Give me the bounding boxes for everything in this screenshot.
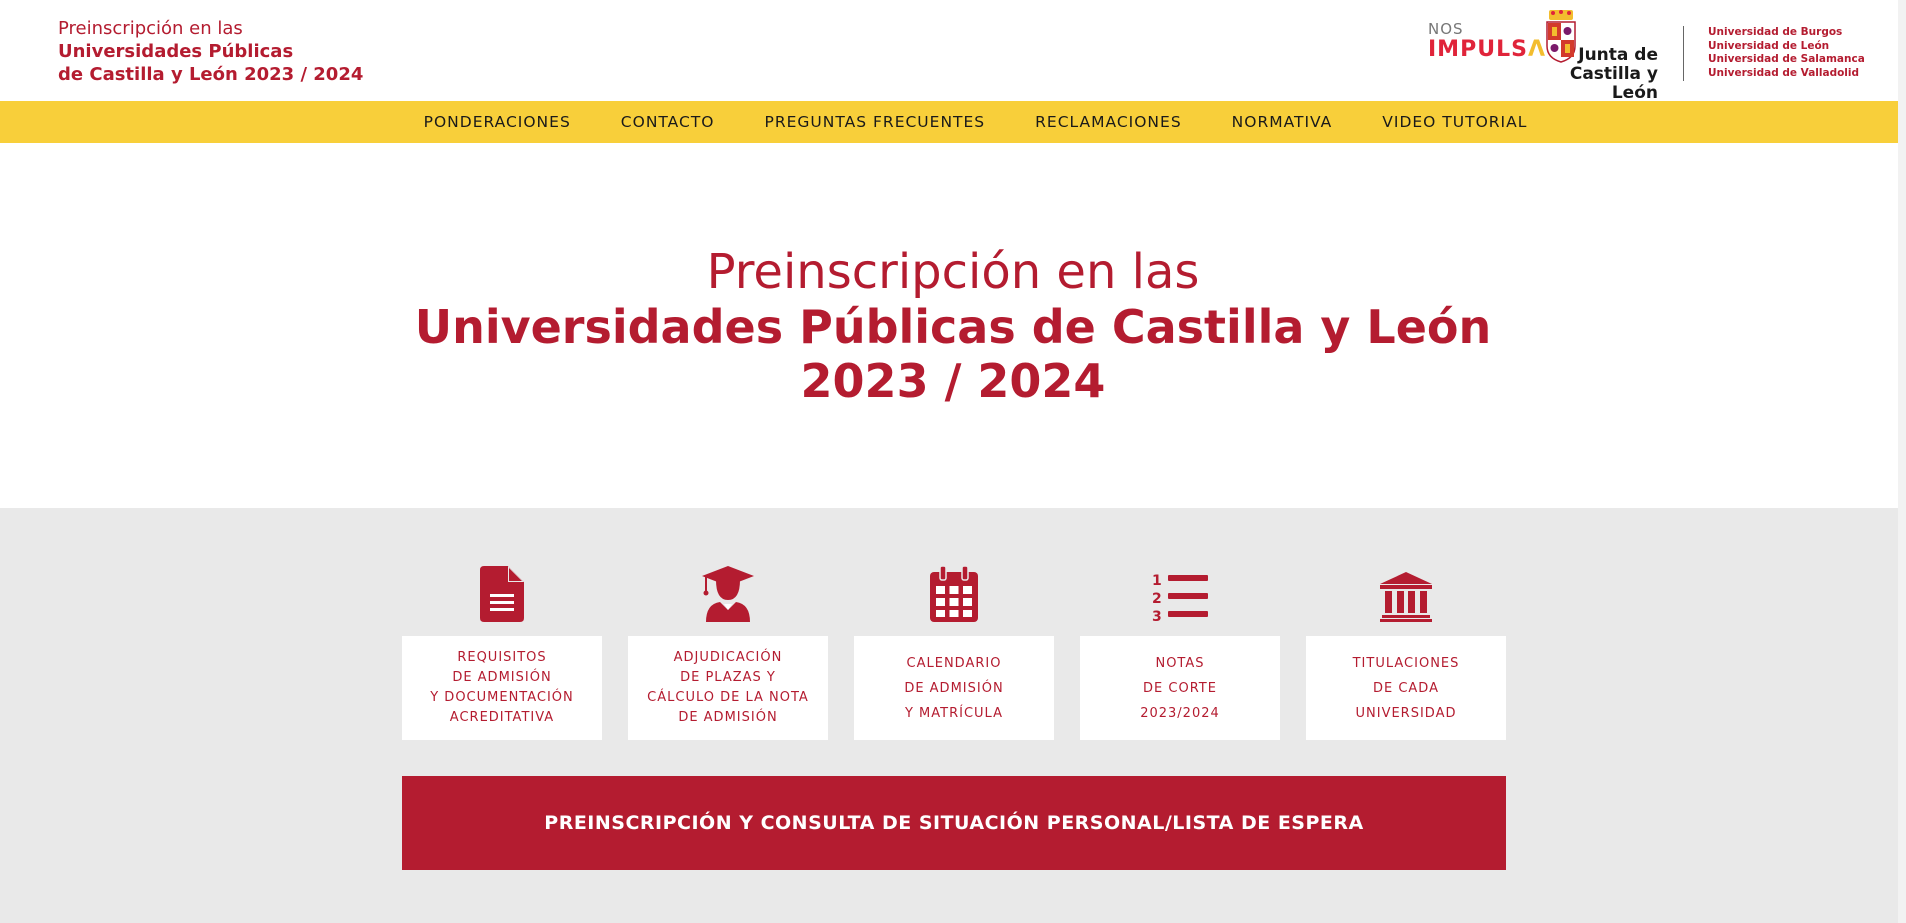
services-section: REQUISITOS DE ADMISIÓN Y DOCUMENTACIÓN A… — [0, 508, 1906, 923]
card-titulaciones-box: TITULACIONES DE CADA UNIVERSIDAD — [1306, 636, 1506, 740]
university-list: Universidad de Burgos Universidad de Leó… — [1708, 26, 1865, 81]
brand-line-3: de Castilla y León 2023 / 2024 — [58, 64, 364, 85]
service-cards: REQUISITOS DE ADMISIÓN Y DOCUMENTACIÓN A… — [402, 564, 1506, 740]
card-calendario[interactable]: CALENDARIO DE ADMISIÓN Y MATRÍCULA — [854, 564, 1054, 740]
svg-text:2: 2 — [1152, 591, 1162, 607]
university-salamanca[interactable]: Universidad de Salamanca — [1708, 53, 1865, 67]
junta-line-1: Junta de — [1578, 45, 1658, 65]
nos-impulsa-logo[interactable]: NOS IMPULSΛ — [1428, 22, 1546, 61]
nos-label: NOS — [1428, 20, 1464, 38]
nav-item-ponderaciones[interactable]: PONDERACIONES — [424, 101, 571, 143]
nav-item-preguntas-frecuentes[interactable]: PREGUNTAS FRECUENTES — [765, 101, 986, 143]
main-nav: PONDERACIONES CONTACTO PREGUNTAS FRECUEN… — [0, 101, 1906, 143]
university-valladolid[interactable]: Universidad de Valladolid — [1708, 67, 1865, 81]
nav-item-contacto[interactable]: CONTACTO — [621, 101, 715, 143]
university-leon[interactable]: Universidad de León — [1708, 40, 1865, 54]
svg-text:1: 1 — [1152, 573, 1162, 589]
brand-line-1: Preinscripción en las — [58, 18, 243, 39]
nav-item-reclamaciones[interactable]: RECLAMACIONES — [1035, 101, 1182, 143]
card-titulaciones[interactable]: TITULACIONES DE CADA UNIVERSIDAD — [1306, 564, 1506, 740]
hero-title-line-2: Universidades Públicas de Castilla y Leó… — [414, 300, 1492, 354]
card-requisitos-label: REQUISITOS DE ADMISIÓN Y DOCUMENTACIÓN A… — [430, 650, 574, 725]
numbered-list-icon: 1 2 3 — [1080, 564, 1280, 622]
site-brand[interactable]: Preinscripción en las Universidades Públ… — [58, 17, 363, 86]
document-icon — [402, 564, 602, 622]
institution-icon — [1306, 564, 1506, 622]
svg-text:3: 3 — [1152, 609, 1162, 622]
junta-line-2: Castilla y León — [1569, 64, 1658, 103]
card-notas-label: NOTAS DE CORTE 2023/2024 — [1140, 655, 1220, 721]
site-header: Preinscripción en las Universidades Públ… — [0, 0, 1906, 103]
card-requisitos[interactable]: REQUISITOS DE ADMISIÓN Y DOCUMENTACIÓN A… — [402, 564, 602, 740]
impuls-text: IMPULS — [1428, 37, 1528, 62]
preinscripcion-button[interactable]: PREINSCRIPCIÓN Y CONSULTA DE SITUACIÓN P… — [402, 776, 1506, 870]
nav-item-normativa[interactable]: NORMATIVA — [1232, 101, 1333, 143]
card-notas[interactable]: 1 2 3 NOTAS DE CORTE 2023/2024 — [1080, 564, 1280, 740]
card-titulaciones-label: TITULACIONES DE CADA UNIVERSIDAD — [1352, 655, 1460, 721]
header-divider — [1683, 26, 1684, 81]
junta-logo-text[interactable]: Junta de Castilla y León — [1535, 46, 1658, 103]
page-scrollbar[interactable] — [1898, 0, 1906, 923]
card-adjudicacion[interactable]: ADJUDICACIÓN DE PLAZAS Y CÁLCULO DE LA N… — [628, 564, 828, 740]
hero-title-line-3: 2023 / 2024 — [800, 354, 1106, 408]
brand-line-2: Universidades Públicas — [58, 41, 294, 62]
card-adjudicacion-label: ADJUDICACIÓN DE PLAZAS Y CÁLCULO DE LA N… — [647, 650, 809, 725]
impulsa-label: IMPULSΛ — [1428, 39, 1546, 61]
calendar-icon — [854, 564, 1054, 622]
hero-section: Preinscripción en las Universidades Públ… — [0, 143, 1906, 508]
hero-title-line-1: Preinscripción en las — [706, 244, 1200, 300]
card-requisitos-box: REQUISITOS DE ADMISIÓN Y DOCUMENTACIÓN A… — [402, 636, 602, 740]
card-calendario-box: CALENDARIO DE ADMISIÓN Y MATRÍCULA — [854, 636, 1054, 740]
card-adjudicacion-box: ADJUDICACIÓN DE PLAZAS Y CÁLCULO DE LA N… — [628, 636, 828, 740]
graduate-icon — [628, 564, 828, 622]
nav-list: PONDERACIONES CONTACTO PREGUNTAS FRECUEN… — [0, 101, 1906, 143]
nav-item-video-tutorial[interactable]: VIDEO TUTORIAL — [1382, 101, 1527, 143]
university-burgos[interactable]: Universidad de Burgos — [1708, 26, 1865, 40]
card-notas-box: NOTAS DE CORTE 2023/2024 — [1080, 636, 1280, 740]
card-calendario-label: CALENDARIO DE ADMISIÓN Y MATRÍCULA — [904, 655, 1004, 721]
